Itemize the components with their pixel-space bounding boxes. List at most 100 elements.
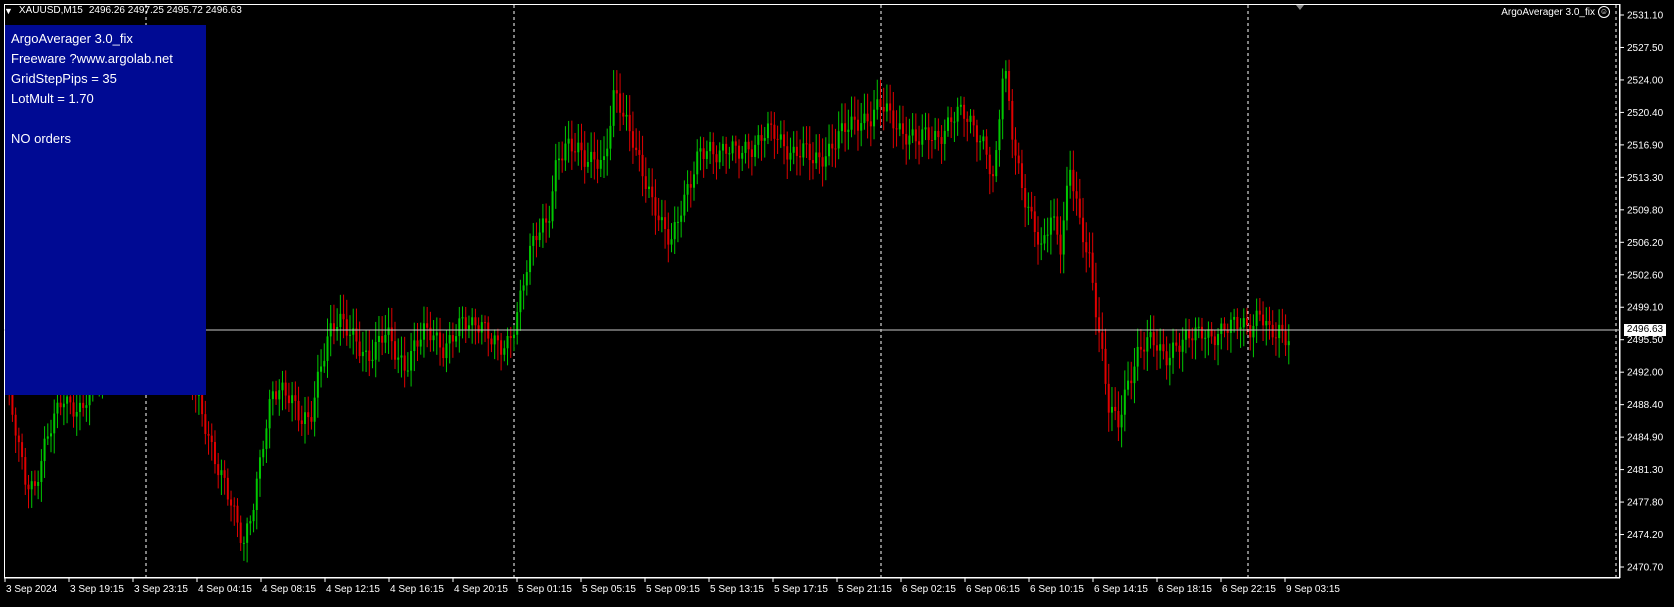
candle-body [445,343,448,359]
candle-body [1229,319,1232,333]
candle-body [419,339,422,347]
time-label: 5 Sep 01:15 [518,584,572,595]
candle-body [381,336,384,343]
candle-body [770,123,773,125]
candle-body [1149,332,1152,338]
candle-body [59,402,62,408]
candle-body [365,350,368,352]
candle-body [1040,243,1043,245]
candle-body [1188,330,1191,339]
price-chart[interactable]: 2531.10 2527.50 2524.00 2520.40 2516.90 2513.… [0,0,1674,602]
candle-body [525,272,528,286]
candle-body [458,318,461,337]
candle-body [792,146,795,153]
candle-body [773,124,776,139]
candle-body [66,396,69,404]
candle-body [738,145,741,159]
candle-body [223,470,226,478]
price-label: 2502.60 [1627,270,1664,281]
candle-body [387,327,390,335]
candle-body [75,411,78,417]
candle-body [1004,71,1007,79]
chart-shift-marker[interactable] [1296,5,1304,10]
candle-body [310,417,313,422]
dropdown-triangle-icon[interactable]: ▼ [4,6,13,16]
candle-body [1014,139,1017,156]
candle-body [590,151,593,162]
candle-body [1223,323,1226,331]
candle-body [834,148,837,150]
price-label: 2506.20 [1627,238,1664,249]
candle-body [239,522,242,543]
candle-body [728,153,731,155]
candle-body [963,104,966,119]
price-label: 2524.00 [1627,75,1664,86]
price-label: 2477.80 [1627,498,1664,509]
time-label: 5 Sep 17:15 [774,584,828,595]
candle-body [715,154,718,163]
candle-body [918,141,921,145]
candle-body [384,334,387,343]
candle-body [754,144,757,157]
candle-body [455,336,458,342]
candle-body [905,133,908,145]
candle-body [644,176,647,190]
candle-body [313,397,316,422]
candle-body [545,218,548,223]
candle-body [262,448,265,458]
candle-body [1049,217,1052,235]
candle-body [992,174,995,177]
candle-body [828,143,831,157]
candle-body [307,412,310,418]
candle-body [21,442,24,458]
candle-body [435,332,438,336]
candle-body [467,325,470,330]
candle-body [403,355,406,371]
chart-frame [4,4,1620,578]
candle-body [284,382,287,396]
candle-body [998,119,1001,151]
candle-body [271,391,274,400]
candle-body [535,235,538,241]
candle-body [474,317,477,326]
expert-advisor-label[interactable]: ArgoAverager 3.0_fix ☺ [1501,6,1610,18]
price-label: 2499.10 [1627,303,1664,314]
candle-body [1046,234,1049,236]
candle-body [818,152,821,158]
candle-body [1091,252,1094,283]
candle-body [709,141,712,152]
time-label: 6 Sep 10:15 [1030,584,1084,595]
candle-body [46,436,49,439]
chart-header: ▼ XAUUSD,M15 2496.26 2497.25 2495.72 249… [4,5,242,16]
panel-line-orders: NO orders [11,131,71,146]
time-label: 9 Sep 03:15 [1286,584,1340,595]
price-axis: 2531.10 2527.50 2524.00 2520.40 2516.90 2513.… [1620,11,1664,574]
candle-body [1239,327,1242,330]
ohlc-values: 2496.26 2497.25 2495.72 2496.63 [88,5,242,16]
candle-body [1062,220,1065,255]
candle-body [1284,330,1287,346]
candle-body [374,341,377,360]
panel-line-title: ArgoAverager 3.0_fix [11,31,133,46]
price-label: 2495.50 [1627,335,1664,346]
candle-body [426,323,429,328]
candle-body [802,143,805,158]
candle-body [246,523,249,543]
candle-body [580,142,583,151]
candle-body [866,113,869,122]
chart-area[interactable]: 2531.10 2527.50 2524.00 2520.40 2516.90 2513.… [0,0,1674,602]
time-label: 6 Sep 22:15 [1222,584,1276,595]
candle-body [439,332,442,348]
candle-body [599,160,602,169]
candle-body [680,215,683,222]
candle-body [648,186,650,190]
candle-body [1143,349,1146,352]
candle-body [529,245,532,273]
candle-body [342,313,345,320]
candle-body [1117,410,1120,428]
candle-body [1114,406,1117,411]
candle-body [278,390,281,400]
candle-body [1107,383,1110,413]
candle-body [207,433,210,436]
candle-body [461,317,464,319]
